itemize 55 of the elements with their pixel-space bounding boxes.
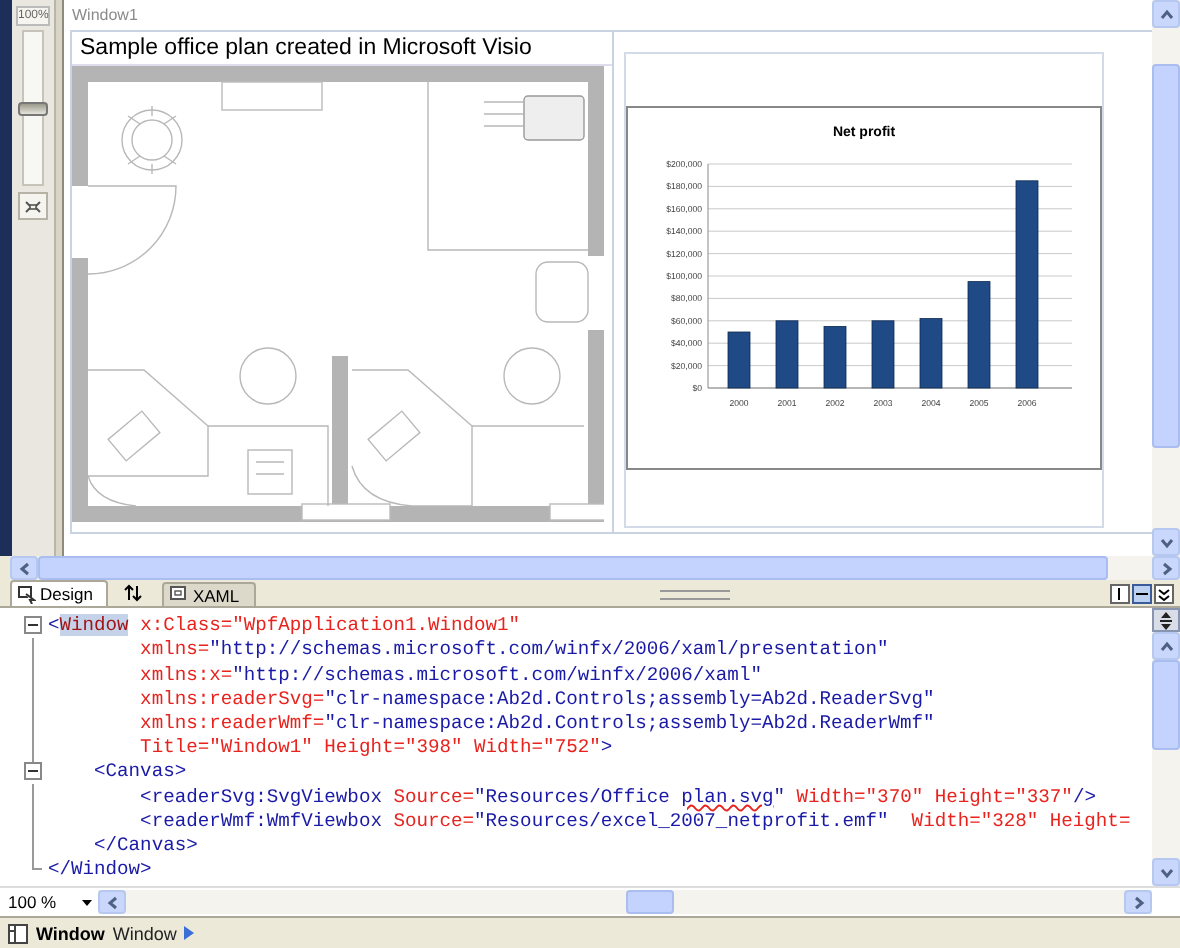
chevron-right-icon (1131, 895, 1145, 910)
document-icon (170, 586, 189, 605)
code-line: </Window> (48, 858, 152, 883)
chevron-up-icon (1159, 7, 1173, 21)
pane-layout-button[interactable] (1110, 583, 1130, 604)
pane-layout-button[interactable] (1132, 583, 1152, 604)
chevron-left-icon (105, 895, 119, 910)
fit-to-window-button[interactable] (18, 192, 48, 220)
element-name[interactable]: Window (112, 923, 177, 944)
scroll-left-button[interactable] (98, 890, 126, 915)
horizontal-scrollbar[interactable] (98, 890, 1152, 915)
zoom-slider[interactable] (22, 30, 44, 186)
vertical-scrollbar[interactable] (1152, 632, 1180, 887)
code-line: xmlns:readerWmf="clr-namespace:Ab2d.Controls;assembly=Ab2d.ReaderWmf" (138, 711, 935, 737)
view-tab[interactable]: Design (10, 580, 109, 607)
code-line: Title="Window1" Height="398" Width="752"> (138, 736, 613, 761)
element-breadcrumb[interactable]: Window (36, 923, 105, 944)
scroll-right-button[interactable] (1124, 890, 1152, 915)
scroll-up-button[interactable] (1152, 632, 1180, 661)
split-arrows-icon (1158, 611, 1174, 630)
code-line: <Window x:Class="WpfApplication1.Window1" (48, 614, 521, 639)
code-line: xmlns="http://schemas.microsoft.com/winfx/2006/xaml/presentation" (138, 638, 889, 664)
window-title: Window1 (70, 6, 140, 28)
code-line: <Canvas> (92, 760, 187, 786)
swap-panes-icon[interactable] (124, 584, 143, 603)
scroll-down-button[interactable] (1152, 528, 1180, 557)
view-tab[interactable]: XAML (162, 582, 256, 607)
collapse-pane-icon (1156, 585, 1172, 602)
scroll-right-button[interactable] (1152, 556, 1180, 581)
splitter-button[interactable] (1152, 608, 1180, 633)
chevron-right-icon (1159, 561, 1173, 576)
chevron-down-icon (1159, 535, 1173, 550)
chevron-down-icon (1159, 865, 1173, 880)
code-line: <readerWmf:WmfViewbox Source="Resources/excel_2007_netprofit.emf" Width="328" Height= (138, 809, 1131, 834)
scroll-thumb[interactable] (625, 890, 675, 915)
expand-triangle-icon[interactable] (184, 926, 195, 941)
dropdown-caret-icon (82, 899, 92, 906)
scroll-thumb[interactable] (1152, 660, 1180, 750)
collapse-icon[interactable] (24, 616, 42, 635)
slider-thumb[interactable] (18, 102, 48, 116)
code-line: xmlns:x="http://schemas.microsoft.com/winfx/2006/xaml" (138, 663, 762, 688)
code-line: xmlns:readerSvg="clr-namespace:Ab2d.Controls;assembly=Ab2d.ReaderSvg" (138, 687, 935, 712)
scroll-down-button[interactable] (1152, 858, 1180, 887)
vertical-scrollbar[interactable] (1152, 0, 1180, 557)
collapse-icon[interactable] (24, 762, 42, 781)
code-line: </Canvas> (92, 833, 198, 859)
fit-icon (24, 199, 42, 213)
scroll-thumb[interactable] (1152, 63, 1180, 449)
panel-icon[interactable] (8, 923, 28, 944)
code-line: <readerSvg:SvgViewbox Source="Resources/Office plan.svg" Width="370" Height="337"/> (138, 785, 1096, 810)
scroll-left-button[interactable] (10, 556, 38, 581)
pane-layout-button[interactable] (1154, 583, 1174, 604)
chevron-left-icon (17, 561, 31, 576)
scroll-up-button[interactable] (1152, 0, 1180, 28)
chevron-up-icon (1159, 639, 1173, 654)
